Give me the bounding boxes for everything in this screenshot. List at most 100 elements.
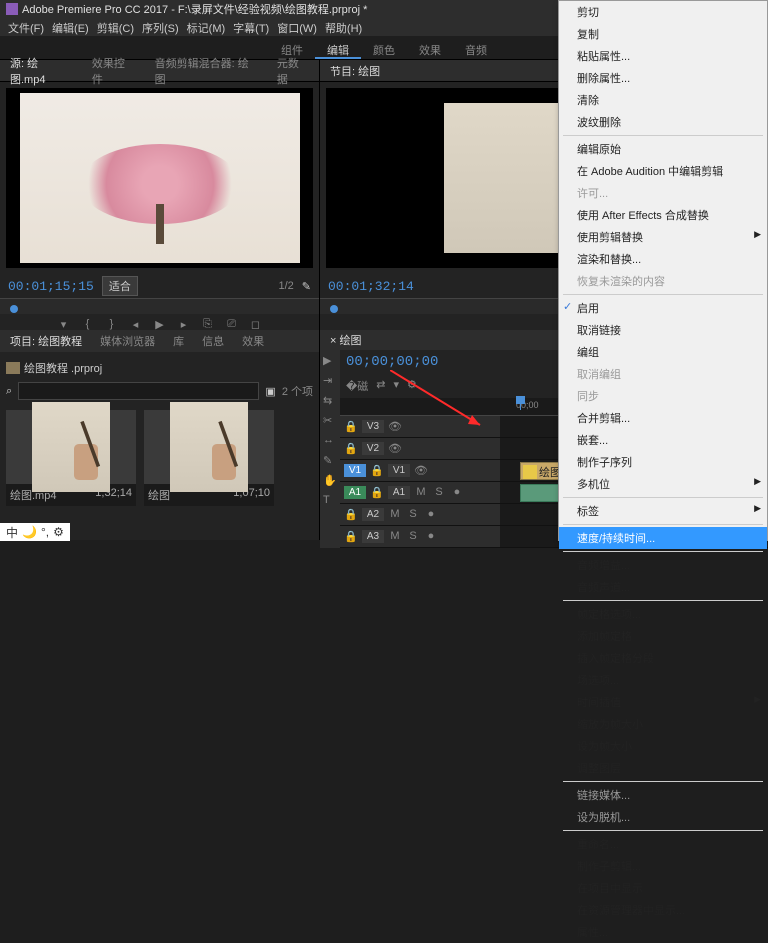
ws-tab-editing[interactable]: 编辑 bbox=[315, 38, 361, 59]
menu-edit[interactable]: 编辑(E) bbox=[50, 18, 91, 36]
fx-controls-tab[interactable]: 效果控件 bbox=[88, 53, 139, 89]
a1-src-label[interactable]: A1 bbox=[344, 486, 366, 499]
ripple-icon[interactable]: ⇆ bbox=[323, 394, 337, 408]
linked-icon[interactable]: ⇄ bbox=[376, 378, 385, 394]
ctx-item[interactable]: 许可... bbox=[559, 182, 767, 204]
thumb-item-1[interactable]: 绘图.mp41;32;14 bbox=[6, 410, 136, 506]
ws-tab-audio[interactable]: 音频 bbox=[453, 38, 499, 59]
v3-label[interactable]: V3 bbox=[362, 420, 384, 433]
source-fit-dropdown[interactable]: 适合 bbox=[102, 276, 138, 296]
mute-icon[interactable]: M bbox=[388, 530, 402, 544]
ctx-item[interactable]: 速度/持续时间... bbox=[559, 527, 767, 549]
track-select-icon[interactable]: ⇥ bbox=[323, 374, 337, 388]
source-timecode[interactable]: 00:01;15;15 bbox=[8, 279, 94, 294]
timeline-tab[interactable]: × 绘图 bbox=[326, 330, 365, 350]
ctx-item[interactable]: 取消链接 bbox=[559, 319, 767, 341]
menu-help[interactable]: 帮助(H) bbox=[323, 18, 364, 36]
ctx-item[interactable]: 取消编组 bbox=[559, 363, 767, 385]
lock-icon[interactable]: 🔒 bbox=[370, 486, 384, 500]
mute-icon[interactable]: M bbox=[414, 486, 428, 500]
search-input[interactable] bbox=[18, 382, 259, 400]
ctx-item[interactable]: 插入帧定格分段 bbox=[559, 647, 767, 669]
comma-icon[interactable]: °, bbox=[41, 525, 49, 539]
ctx-item[interactable]: 添加帧定格 bbox=[559, 625, 767, 647]
ctx-item[interactable]: 设为脱机... bbox=[559, 806, 767, 828]
ctx-item[interactable]: 恢复未渲染的内容 bbox=[559, 270, 767, 292]
record-icon[interactable]: ● bbox=[450, 486, 464, 500]
search-icon[interactable]: ⌕ bbox=[6, 385, 12, 398]
source-resolution[interactable]: 1/2 bbox=[278, 280, 293, 292]
mute-icon[interactable]: M bbox=[388, 508, 402, 522]
a3-label[interactable]: A3 bbox=[362, 530, 384, 543]
ctx-item[interactable]: 属性... bbox=[559, 921, 767, 943]
solo-icon[interactable]: S bbox=[406, 508, 420, 522]
ctx-item[interactable]: 剪切 bbox=[559, 1, 767, 23]
ctx-item[interactable]: 帧定格选项... bbox=[559, 603, 767, 625]
playhead[interactable] bbox=[520, 398, 521, 410]
ws-tab-effects[interactable]: 效果 bbox=[407, 38, 453, 59]
a2-label[interactable]: A2 bbox=[362, 508, 384, 521]
menu-marker[interactable]: 标记(M) bbox=[185, 18, 228, 36]
ctx-item[interactable]: ✓启用 bbox=[559, 297, 767, 319]
solo-icon[interactable]: S bbox=[432, 486, 446, 500]
ctx-item[interactable]: 同步 bbox=[559, 385, 767, 407]
ctx-item[interactable]: 音频增益... bbox=[559, 554, 767, 576]
ctx-item[interactable]: 渲染和替换... bbox=[559, 248, 767, 270]
ctx-item[interactable]: 清除 bbox=[559, 89, 767, 111]
ctx-item[interactable]: 制作子剪辑... bbox=[559, 855, 767, 877]
ctx-item[interactable]: 使用 After Effects 合成替换 bbox=[559, 204, 767, 226]
ctx-item[interactable]: 制作子序列 bbox=[559, 451, 767, 473]
ctx-item[interactable]: 时间插值▶ bbox=[559, 691, 767, 713]
ctx-item[interactable]: 缩放为帧大小 bbox=[559, 713, 767, 735]
proj-tab-media[interactable]: 媒体浏览器 bbox=[96, 331, 159, 351]
menu-file[interactable]: 文件(F) bbox=[6, 18, 46, 36]
menu-title[interactable]: 字幕(T) bbox=[231, 18, 271, 36]
a1-label[interactable]: A1 bbox=[388, 486, 410, 499]
ctx-item[interactable]: 调整图层 bbox=[559, 757, 767, 779]
ctx-item[interactable]: 使用剪辑替换▶ bbox=[559, 226, 767, 248]
source-ruler[interactable] bbox=[0, 298, 319, 314]
snap-icon[interactable]: �磁 bbox=[346, 378, 368, 394]
ctx-item[interactable]: 重命名... bbox=[559, 833, 767, 855]
record-icon[interactable]: ● bbox=[424, 508, 438, 522]
solo-icon[interactable]: S bbox=[406, 530, 420, 544]
v2-label[interactable]: V2 bbox=[362, 442, 384, 455]
lock-icon[interactable]: 🔒 bbox=[370, 464, 384, 478]
gear-icon[interactable]: ⚙ bbox=[53, 525, 64, 539]
bin-icon[interactable]: ▣ bbox=[265, 385, 275, 398]
razor-icon[interactable]: ✂ bbox=[323, 414, 337, 428]
ctx-item[interactable]: 在项目中显示 bbox=[559, 877, 767, 899]
v1-src-label[interactable]: V1 bbox=[344, 464, 366, 477]
lock-icon[interactable]: 🔒 bbox=[344, 508, 358, 522]
ctx-item[interactable]: 标签▶ bbox=[559, 500, 767, 522]
ctx-item[interactable]: 设为帧大小 bbox=[559, 735, 767, 757]
ctx-item[interactable]: 合并剪辑... bbox=[559, 407, 767, 429]
source-preview[interactable] bbox=[6, 88, 313, 268]
ctx-item[interactable]: 在资源管理器中显示... bbox=[559, 899, 767, 921]
ctx-item[interactable]: 编辑原始 bbox=[559, 138, 767, 160]
lock-icon[interactable]: 🔒 bbox=[344, 442, 358, 456]
ctx-item[interactable]: 粘贴属性... bbox=[559, 45, 767, 67]
ctx-item[interactable]: 链接媒体... bbox=[559, 784, 767, 806]
eye-icon[interactable]: 👁 bbox=[388, 420, 402, 434]
ctx-item[interactable]: 编组 bbox=[559, 341, 767, 363]
ctx-item[interactable]: 在 Adobe Audition 中编辑剪辑 bbox=[559, 160, 767, 182]
ctx-item[interactable]: 删除属性... bbox=[559, 67, 767, 89]
ctx-item[interactable]: 场选项... bbox=[559, 669, 767, 691]
menu-clip[interactable]: 剪辑(C) bbox=[95, 18, 136, 36]
slip-icon[interactable]: ↔ bbox=[323, 434, 337, 448]
selection-tool-icon[interactable]: ▶ bbox=[323, 354, 337, 368]
thumb-item-2[interactable]: 绘图1;07;10 bbox=[144, 410, 274, 506]
hand-icon[interactable]: ✋ bbox=[323, 474, 337, 488]
type-icon[interactable]: T bbox=[323, 494, 337, 508]
ime-widget[interactable]: 中 🌙 °, ⚙ bbox=[0, 523, 70, 541]
ctx-item[interactable]: 波纹删除 bbox=[559, 111, 767, 133]
ime-char[interactable]: 中 bbox=[6, 524, 18, 541]
ctx-item[interactable]: 复制 bbox=[559, 23, 767, 45]
settings-icon[interactable]: ⚙ bbox=[407, 378, 417, 394]
source-tab[interactable]: 源: 绘图.mp4 bbox=[6, 53, 76, 89]
audio-mixer-tab[interactable]: 音频剪辑混合器: 绘图 bbox=[151, 53, 261, 89]
proj-tab-lib[interactable]: 库 bbox=[169, 331, 188, 351]
timeline-timecode[interactable]: 00;00;00;00 bbox=[346, 354, 438, 370]
ctx-item[interactable]: 嵌套... bbox=[559, 429, 767, 451]
